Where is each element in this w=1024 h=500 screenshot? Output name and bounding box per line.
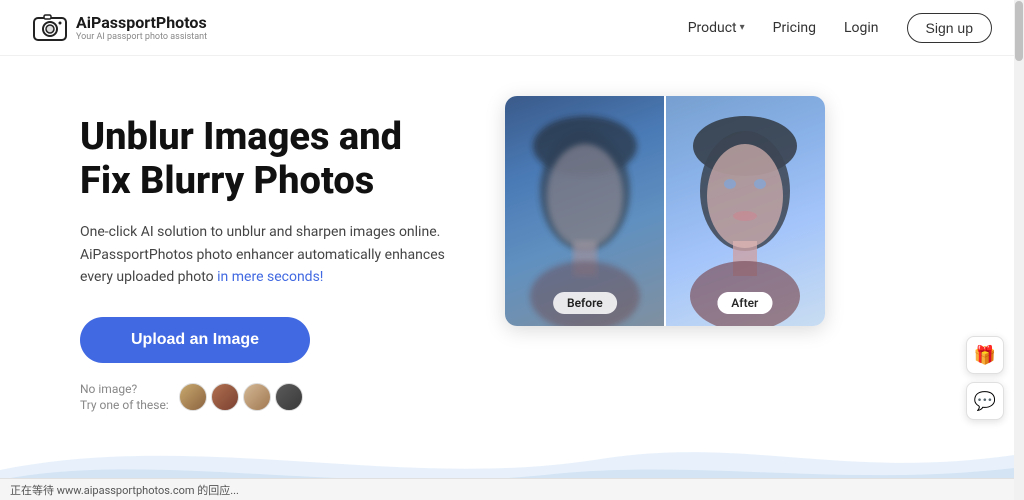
nav-product[interactable]: Product ▾ <box>688 20 745 36</box>
nav-links: Product ▾ Pricing Login Sign up <box>688 13 992 43</box>
upload-button[interactable]: Upload an Image <box>80 317 310 363</box>
logo-text: AiPassportPhotos Your AI passport photo … <box>76 13 207 43</box>
scrollbar[interactable] <box>1014 0 1024 500</box>
browser-status-bar: 正在等待 www.aipassportphotos.com 的回应... <box>0 478 1024 500</box>
before-label: Before <box>553 292 617 314</box>
before-panel: Before <box>505 96 665 326</box>
sample-area: No image? Try one of these: <box>80 381 445 415</box>
main-content: Unblur Images and Fix Blurry Photos One-… <box>0 56 1024 414</box>
sample-images <box>179 383 303 411</box>
hero-left: Unblur Images and Fix Blurry Photos One-… <box>80 106 445 414</box>
chevron-down-icon: ▾ <box>740 22 745 33</box>
chat-button[interactable]: 💬 <box>966 382 1004 420</box>
after-label: After <box>717 292 772 314</box>
hero-description: One-click AI solution to unblur and shar… <box>80 221 445 288</box>
sample-text: No image? Try one of these: <box>80 381 169 415</box>
sample-avatar-4[interactable] <box>275 383 303 411</box>
scrollbar-thumb[interactable] <box>1015 1 1023 61</box>
gift-button[interactable]: 🎁 <box>966 336 1004 374</box>
floating-buttons: 🎁 💬 <box>966 336 1004 420</box>
nav-login[interactable]: Login <box>844 20 879 36</box>
hero-headline: Unblur Images and Fix Blurry Photos <box>80 116 445 203</box>
hero-right: Before <box>505 96 825 326</box>
sample-avatar-1[interactable] <box>179 383 207 411</box>
after-panel: After <box>665 96 825 326</box>
status-text: 正在等待 www.aipassportphotos.com 的回应... <box>10 482 239 498</box>
sample-avatar-2[interactable] <box>211 383 239 411</box>
before-after-image: Before <box>505 96 825 326</box>
signup-button[interactable]: Sign up <box>907 13 992 43</box>
brand-name: AiPassportPhotos <box>76 13 207 32</box>
sample-avatar-3[interactable] <box>243 383 271 411</box>
logo[interactable]: AiPassportPhotos Your AI passport photo … <box>32 10 207 46</box>
brand-tagline: Your AI passport photo assistant <box>76 32 207 43</box>
before-after-divider <box>664 96 666 326</box>
camera-icon <box>32 10 68 46</box>
nav-pricing[interactable]: Pricing <box>773 20 816 36</box>
navbar: AiPassportPhotos Your AI passport photo … <box>0 0 1024 56</box>
